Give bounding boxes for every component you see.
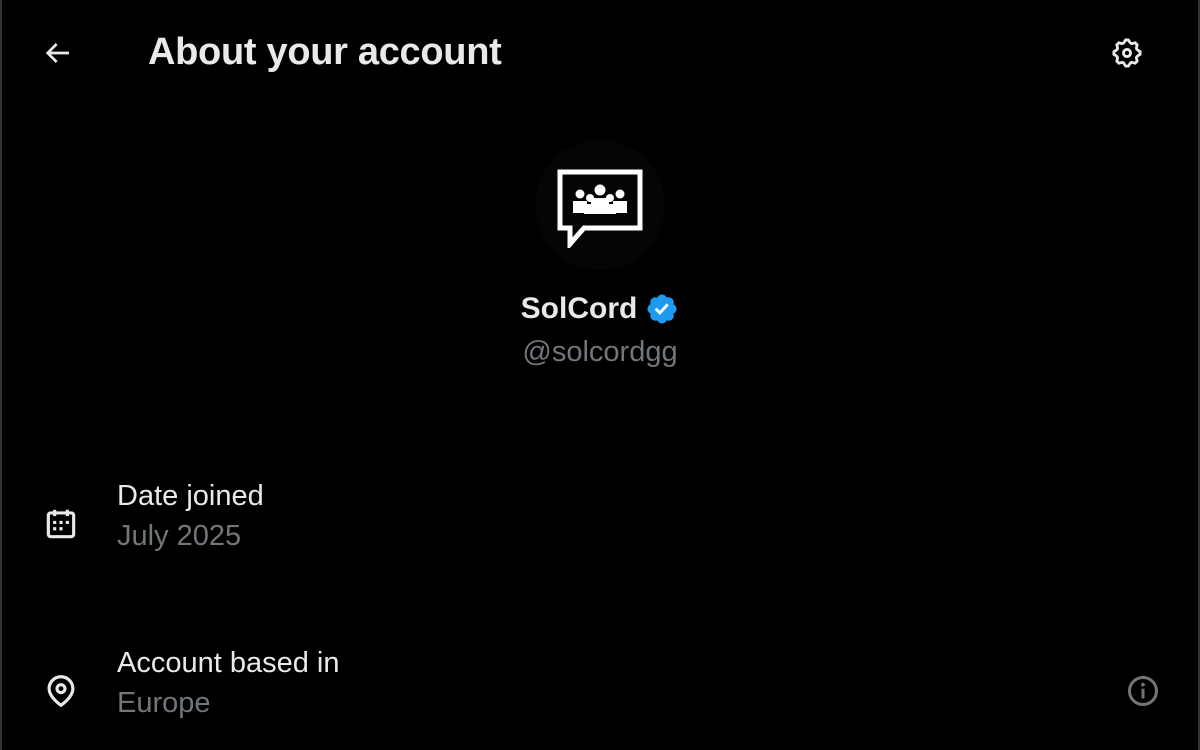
app-frame (0, 0, 1200, 750)
display-name-row: SolCord (0, 290, 1200, 328)
location-pin-icon (36, 666, 86, 716)
date-joined-label: Date joined (117, 480, 264, 512)
arrow-left-icon (45, 43, 69, 63)
account-based-in-row: Account based in Europe (0, 644, 1200, 744)
verified-badge-icon (645, 292, 679, 326)
community-chat-icon (557, 169, 643, 248)
account-based-in-value: Europe (117, 687, 211, 719)
calendar-icon (36, 499, 86, 549)
settings-button[interactable] (1102, 28, 1152, 78)
account-based-in-label: Account based in (117, 647, 340, 679)
date-joined-row: Date joined July 2025 (0, 477, 1200, 577)
date-joined-value: July 2025 (117, 520, 242, 552)
display-name: SolCord (520, 292, 638, 325)
info-button[interactable] (1118, 666, 1168, 716)
gear-icon (1112, 38, 1142, 68)
page-header: About your account (0, 0, 1200, 106)
username-handle: @solcordgg (522, 336, 678, 368)
avatar[interactable] (535, 140, 665, 270)
info-icon (1128, 676, 1158, 706)
page-title: About your account (148, 31, 502, 73)
back-button[interactable] (30, 28, 84, 78)
